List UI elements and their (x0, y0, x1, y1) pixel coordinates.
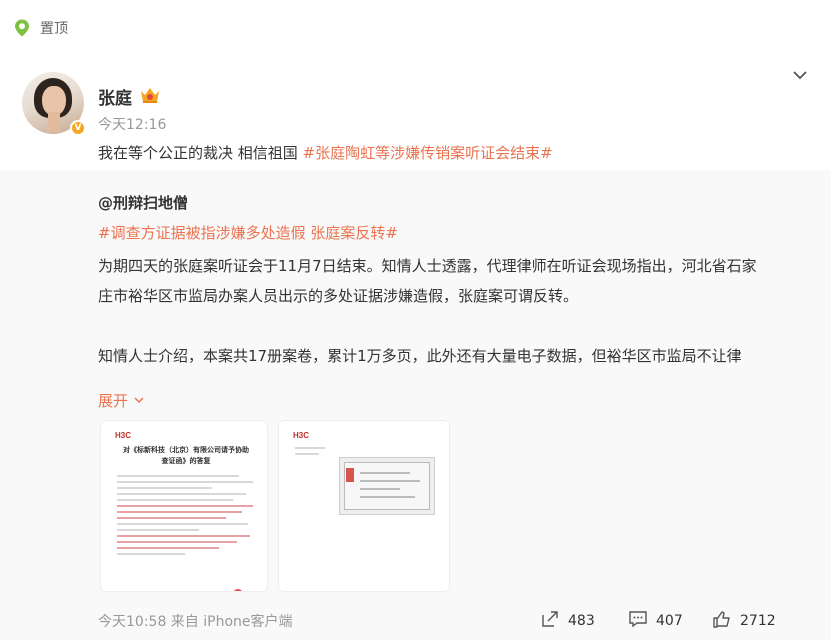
post-time[interactable]: 今天12:16 (98, 114, 166, 134)
post-text-prefix: 我在等个公正的裁决 相信祖国 (98, 144, 303, 162)
user-name[interactable]: 张庭 (98, 84, 132, 109)
thumbs-up-icon (712, 609, 732, 633)
comment-count: 407 (656, 613, 683, 629)
expand-label: 展开 (98, 392, 129, 410)
certificate-image (339, 457, 435, 515)
like-count: 2712 (740, 613, 776, 629)
weibo-post-card: V 张庭 今天12:16 我在等个公正的裁决 相信祖国 #张庭陶虹等涉嫌传销案听… (0, 56, 831, 640)
pinned-indicator: 置顶 (12, 16, 68, 40)
repost-image-2[interactable]: H3C (278, 420, 450, 592)
stamp-mark (233, 589, 243, 591)
pinned-label: 置顶 (40, 21, 68, 37)
expand-link[interactable]: 展开 (98, 390, 145, 411)
share-icon (540, 609, 560, 633)
like-button[interactable]: 2712 (712, 609, 776, 633)
original-author[interactable]: @刑辩扫地僧 (98, 192, 188, 213)
comment-button[interactable]: 407 (628, 609, 683, 633)
comment-icon (628, 609, 648, 633)
document-title: 对《标新科技（北京）有限公司请予协助查证函》的答复 (123, 446, 249, 465)
repost-image-1[interactable]: H3C 对《标新科技（北京）有限公司请予协助查证函》的答复 (100, 420, 268, 592)
repost-button[interactable]: 483 (540, 609, 595, 633)
post-hashtag[interactable]: #张庭陶虹等涉嫌传销案听证会结束# (303, 144, 553, 162)
location-pin-icon (12, 18, 32, 38)
document-text-lines (295, 447, 325, 459)
repost-body-line: 为期四天的张庭案听证会于11月7日结束。知情人士透露，代理律师在听证会现场指出，… (98, 257, 757, 275)
chevron-down-icon[interactable] (791, 66, 809, 84)
crown-icon (139, 85, 161, 105)
verified-badge-icon: V (70, 120, 86, 136)
repost-time-source[interactable]: 今天10:58 来自 iPhone客户端 (98, 611, 293, 631)
repost-body: 为期四天的张庭案听证会于11月7日结束。知情人士透露，代理律师在听证会现场指出，… (98, 251, 788, 371)
repost-block[interactable]: @刑辩扫地僧 #调查方证据被指涉嫌多处造假 张庭案反转# 为期四天的张庭案听证会… (0, 170, 831, 640)
h3c-logo: H3C (293, 431, 310, 440)
document-text-lines (117, 475, 253, 559)
repost-body-line: 知情人士介绍，本案共17册案卷，累计1万多页，此外还有大量电子数据，但裕华区市监… (98, 347, 742, 365)
repost-footer: 今天10:58 来自 iPhone客户端 483 407 2712 (0, 603, 831, 640)
repost-body-line: 庄市裕华区市监局办案人员出示的多处证据涉嫌造假，张庭案可谓反转。 (98, 287, 579, 305)
post-text: 我在等个公正的裁决 相信祖国 #张庭陶虹等涉嫌传销案听证会结束# (98, 142, 553, 163)
chevron-down-icon (128, 392, 145, 410)
h3c-logo: H3C (115, 431, 132, 440)
repost-hashtag[interactable]: #调查方证据被指涉嫌多处造假 张庭案反转# (98, 222, 398, 243)
repost-count: 483 (568, 613, 595, 629)
